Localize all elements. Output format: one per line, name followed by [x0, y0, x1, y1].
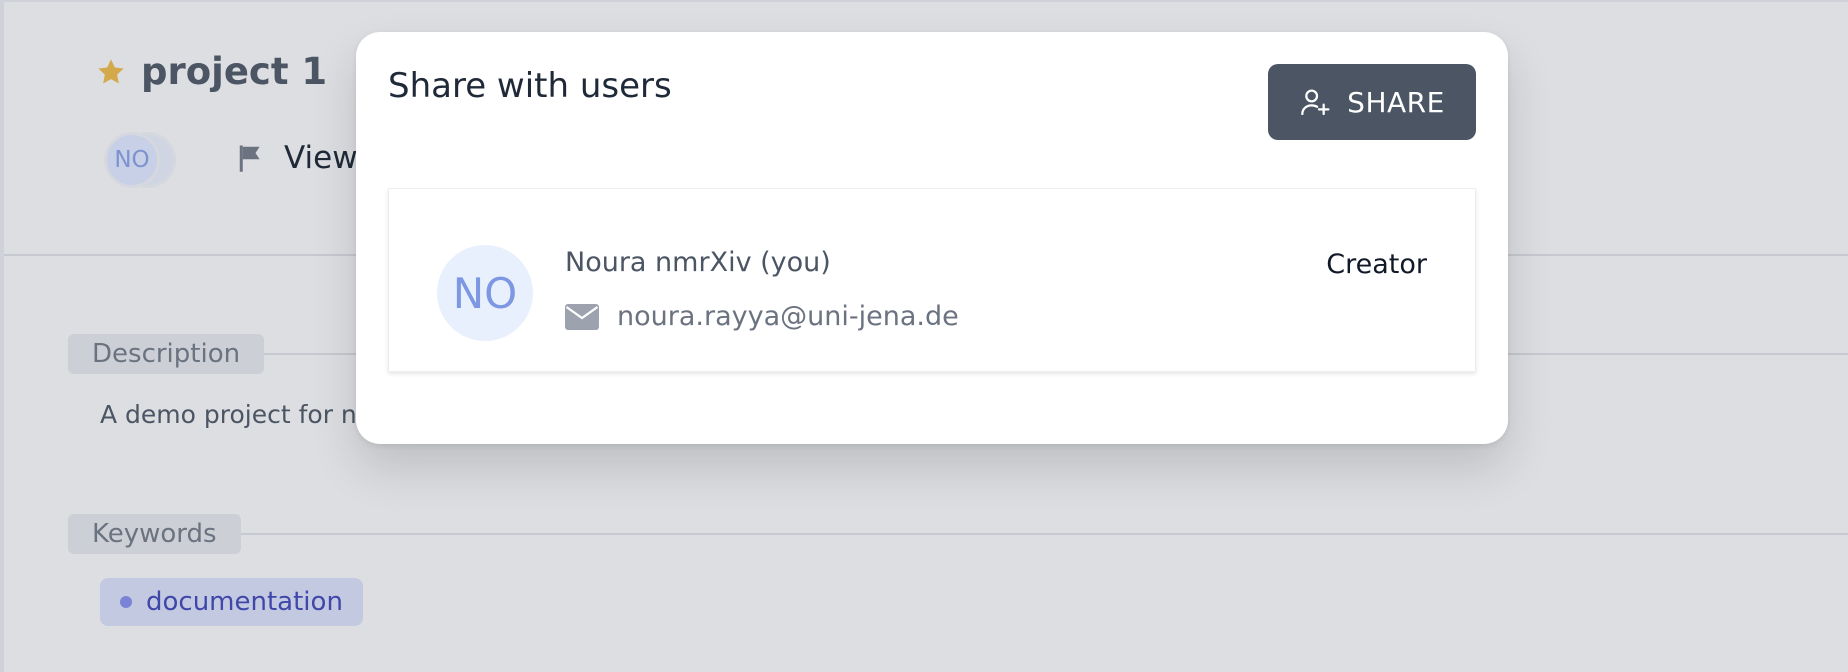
user-role: Creator — [1326, 249, 1427, 280]
envelope-icon — [565, 303, 599, 330]
avatar: NO — [104, 132, 160, 188]
user-list-item: NO Noura nmrXiv (you) noura.rayya@uni-je… — [388, 188, 1476, 372]
keyword-tag[interactable]: documentation — [100, 578, 363, 626]
share-button-label: SHARE — [1347, 85, 1445, 119]
tag-dot-icon — [120, 596, 132, 608]
view-label: View — [284, 140, 358, 176]
project-title: project 1 — [141, 50, 328, 93]
description-text: A demo project for n — [100, 400, 357, 429]
user-plus-icon — [1301, 89, 1330, 116]
share-dialog: Share with users SHARE NO Noura nmrXiv (… — [356, 32, 1508, 444]
collaborator-avatars[interactable]: NO — [104, 132, 184, 188]
dialog-title: Share with users — [388, 66, 672, 106]
view-control[interactable]: View — [236, 140, 358, 176]
user-email: noura.rayya@uni-jena.de — [617, 301, 959, 332]
star-icon[interactable] — [95, 56, 127, 88]
user-name: Noura nmrXiv (you) — [565, 247, 831, 278]
left-edge — [0, 0, 4, 672]
project-header: project 1 — [95, 50, 327, 93]
top-edge — [0, 0, 1848, 2]
keywords-label: Keywords — [68, 514, 241, 554]
user-avatar: NO — [437, 245, 533, 341]
keywords-rule — [240, 533, 1848, 535]
description-label: Description — [68, 334, 265, 374]
share-button[interactable]: SHARE — [1268, 64, 1476, 140]
user-email-row: noura.rayya@uni-jena.de — [565, 301, 959, 332]
keyword-tag-label: documentation — [146, 587, 343, 617]
flag-icon — [239, 145, 260, 172]
